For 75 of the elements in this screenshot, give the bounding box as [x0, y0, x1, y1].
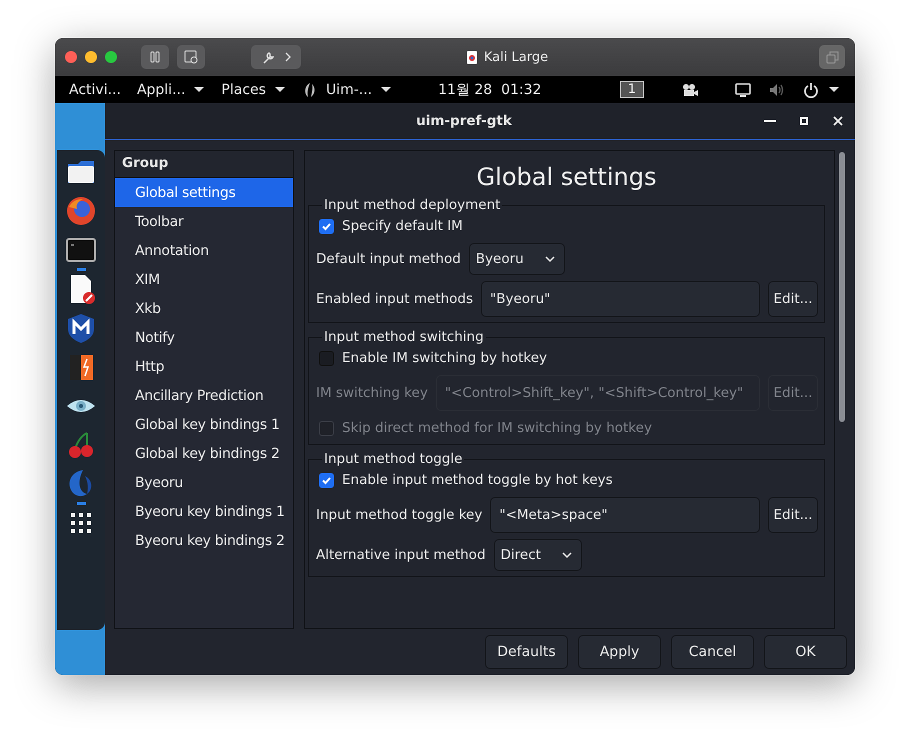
places-menu[interactable]: Places [213, 82, 294, 98]
window-title: Kali Large [484, 50, 548, 64]
close-icon [832, 115, 844, 127]
field-label: Input method toggle key [316, 507, 482, 523]
field-label: Alternative input method [316, 547, 486, 563]
checkmark-icon [321, 220, 332, 232]
sidebar-item[interactable]: Byeoru key bindings 2 [115, 526, 293, 555]
video-camera-icon[interactable] [681, 82, 699, 98]
sidebar-item[interactable]: Global key bindings 2 [115, 439, 293, 468]
caret-icon [828, 85, 840, 94]
section-title: Input method deployment [323, 197, 502, 213]
activities-button[interactable]: Activi... [61, 82, 129, 98]
field-label: IM switching key [316, 385, 428, 401]
app-menu[interactable]: Uim-... [294, 82, 400, 98]
caret-icon [380, 85, 392, 94]
sidebar-item[interactable]: Notify [115, 323, 293, 352]
minimize-button[interactable] [85, 51, 97, 63]
edit-button[interactable]: Edit... [768, 281, 818, 317]
window-title: uim-pref-gtk [415, 113, 513, 129]
dropdown[interactable]: Direct [494, 539, 582, 571]
screen-icon[interactable] [735, 82, 751, 98]
speaker-icon[interactable] [769, 82, 785, 98]
sidebar-item[interactable]: Http [115, 352, 293, 381]
windows-icon [826, 50, 838, 64]
page-title: Global settings [476, 163, 656, 191]
section-title: Input method switching [323, 329, 485, 345]
chevron-icon [283, 51, 291, 63]
sidebar-item[interactable]: XIM [115, 265, 293, 294]
sidebar-item[interactable]: Xkb [115, 294, 293, 323]
document-icon [466, 50, 478, 64]
dialog-button[interactable]: OK [764, 635, 847, 669]
caret-icon [274, 85, 286, 94]
restore-button[interactable] [819, 45, 845, 69]
input-field[interactable]: "<Meta>space" [490, 497, 760, 533]
sidebar-item[interactable]: Toolbar [115, 207, 293, 236]
checkbox[interactable] [319, 472, 334, 488]
caret-icon [193, 85, 206, 94]
sidebar-item[interactable]: Byeoru key bindings 1 [115, 497, 293, 526]
applications-menu[interactable]: Appli... [128, 82, 214, 98]
wrench-icon [261, 50, 275, 64]
section-title: Input method toggle [323, 451, 464, 467]
dropdown[interactable]: Byeoru [468, 243, 565, 275]
minimize-icon [764, 120, 776, 122]
field-label: Default input method [316, 251, 461, 267]
snapshot-button[interactable] [177, 45, 205, 69]
shield-icon [65, 312, 97, 344]
checkbox-label[interactable]: Specify default IM [342, 218, 463, 234]
checkbox[interactable] [319, 350, 334, 366]
input-field[interactable]: "Byeoru" [481, 281, 760, 317]
dialog-button[interactable]: Cancel [671, 635, 754, 669]
clock[interactable]: 11월 28 01:32 [430, 80, 550, 98]
dialog-button[interactable]: Defaults [485, 635, 568, 669]
field-label: Enabled input methods [316, 291, 474, 307]
scrollbar[interactable] [839, 152, 845, 422]
maximize-icon [798, 115, 810, 127]
sidebar-item[interactable]: Ancillary Prediction [115, 381, 293, 410]
snapshot-icon [184, 50, 198, 64]
pause-button[interactable] [141, 45, 169, 69]
power-icon[interactable] [803, 82, 819, 98]
edit-button[interactable]: Edit... [768, 497, 818, 533]
settings-button[interactable] [251, 45, 301, 69]
checkbox-label[interactable]: Enable input method toggle by hot keys [342, 472, 613, 488]
dialog-button[interactable]: Apply [578, 635, 661, 669]
sidebar-item[interactable]: Global key bindings 1 [115, 410, 293, 439]
sidebar-item[interactable]: Annotation [115, 236, 293, 265]
checkmark-icon [321, 474, 332, 486]
workspace-indicator[interactable]: 1 [620, 81, 644, 98]
zoom-button[interactable] [105, 51, 117, 63]
globe-icon [65, 195, 97, 227]
checkbox[interactable] [319, 218, 334, 234]
pause-icon [149, 51, 161, 63]
column-header: Group [115, 151, 293, 178]
checkbox-label[interactable]: Enable IM switching by hotkey [342, 350, 548, 366]
sidebar-item[interactable]: Global settings [115, 178, 293, 207]
sidebar-item[interactable]: Byeoru [115, 468, 293, 497]
